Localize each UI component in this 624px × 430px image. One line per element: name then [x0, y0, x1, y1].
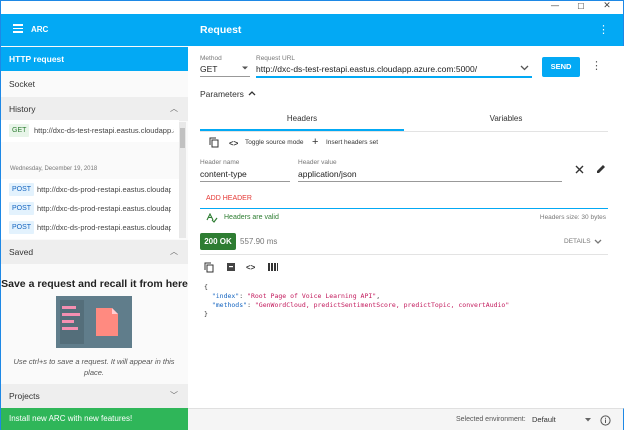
history-label: History — [9, 104, 36, 114]
json-line: } — [204, 310, 208, 318]
parameters-label: Parameters — [200, 89, 244, 99]
close-button[interactable]: ✕ — [596, 0, 618, 14]
copy-icon[interactable] — [209, 137, 219, 148]
delete-header-icon[interactable] — [575, 165, 584, 174]
response-body: { "index": "Root Page of Voice Learning … — [204, 283, 510, 318]
chevron-up-icon[interactable]: ︿ — [170, 97, 178, 121]
header-value-label: Header value — [298, 159, 337, 166]
info-icon[interactable] — [600, 415, 611, 426]
header-name-input[interactable]: content-type — [200, 169, 247, 179]
table-view-icon[interactable] — [268, 263, 278, 271]
header-name-underline — [200, 181, 290, 182]
method-select[interactable]: GET — [200, 64, 217, 74]
edit-header-icon[interactable] — [596, 164, 606, 174]
environment-dropdown-icon[interactable] — [584, 417, 592, 423]
environment-select[interactable]: Default — [532, 415, 592, 424]
archive-icon[interactable] — [226, 262, 236, 272]
add-icon[interactable]: + — [312, 136, 318, 148]
saved-illustration — [56, 296, 132, 348]
app-brand: ARC — [31, 25, 49, 34]
copy-response-icon[interactable] — [204, 262, 214, 273]
history-date-group: Wednesday, December 19, 2018 — [10, 166, 98, 172]
method-badge-post: POST — [9, 202, 35, 215]
request-tabs: Headers Variables — [200, 109, 608, 131]
saved-hint-text: Use ctrl+s to save a request. It will ap… — [13, 357, 175, 377]
status-badge: 200 OK — [200, 233, 236, 250]
response-divider — [200, 254, 608, 255]
header-name-label: Header name — [200, 159, 240, 166]
header-value-input[interactable]: application/json — [298, 169, 357, 179]
header-value-underline — [298, 181, 562, 182]
history-item-url: http://dxc-ds-test-restapi.eastus.clouda… — [34, 126, 174, 135]
sidebar-header: ARC — [1, 14, 188, 46]
request-more-icon[interactable]: ⋮ — [591, 59, 602, 72]
saved-label: Saved — [9, 247, 34, 257]
projects-label: Projects — [9, 391, 40, 401]
method-dropdown-icon[interactable] — [241, 64, 249, 72]
more-vert-icon[interactable]: ⋮ — [598, 23, 609, 36]
tab-headers[interactable]: Headers — [200, 109, 404, 131]
headers-divider — [200, 208, 608, 209]
minimize-button[interactable]: — — [544, 0, 566, 14]
sidebar-item-http-request[interactable]: HTTP request — [1, 47, 188, 71]
window-titlebar — [0, 0, 624, 14]
chevron-up-icon[interactable] — [248, 90, 256, 97]
history-item[interactable]: GET http://dxc-ds-test-restapi.eastus.cl… — [1, 120, 179, 142]
method-label: Method — [200, 55, 222, 62]
code-icon[interactable]: <> — [229, 139, 238, 148]
history-scroll-thumb[interactable] — [180, 128, 185, 148]
sidebar-item-projects[interactable]: Projects ﹀ — [1, 384, 188, 408]
url-input[interactable]: http://dxc-ds-test-restapi.eastus.clouda… — [256, 64, 477, 74]
sidebar-item-saved[interactable]: Saved ︿ — [1, 240, 188, 264]
chevron-down-icon[interactable]: ﹀ — [170, 384, 178, 408]
url-dropdown-chevron-icon[interactable] — [520, 64, 529, 72]
chevron-down-icon[interactable] — [594, 238, 602, 245]
history-item-url: http://dxc-ds-prod-restapi.eastus.clouda… — [37, 185, 171, 194]
json-key-index: "index" — [211, 292, 240, 300]
method-badge-post: POST — [9, 221, 35, 234]
url-underline — [256, 76, 532, 78]
saved-empty-title: Save a request and recall it from here — [1, 278, 188, 290]
json-key-methods: "methods" — [211, 301, 248, 309]
insert-headers-button[interactable]: Insert headers set — [326, 139, 378, 146]
sidebar-item-socket[interactable]: Socket — [1, 72, 188, 96]
install-new-arc-banner[interactable]: Install new ARC with new features! — [1, 408, 188, 430]
method-underline — [200, 76, 250, 77]
maximize-button[interactable]: ☐ — [570, 0, 592, 14]
json-value-methods: "GenWordCloud, predictSentimentScore, pr… — [254, 301, 510, 309]
sidebar-item-history[interactable]: History ︿ — [1, 97, 188, 121]
json-line: { — [204, 283, 208, 291]
page-title: Request — [200, 24, 242, 36]
environment-bar: Selected environment: Default — [188, 408, 624, 430]
code-view-icon[interactable]: <> — [246, 263, 255, 272]
environment-label: Selected environment: — [456, 416, 526, 423]
tab-variables[interactable]: Variables — [404, 109, 608, 131]
response-time: 557.90 ms — [240, 237, 278, 246]
main-header: Request ⋮ — [188, 14, 624, 46]
json-value-index: "Root Page of Voice Learning API" — [247, 292, 377, 300]
history-item[interactable]: POST http://dxc-ds-prod-restapi.eastus.c… — [1, 217, 179, 239]
spellcheck-icon — [206, 213, 218, 223]
parameters-toggle[interactable]: Parameters — [200, 89, 244, 99]
details-button[interactable]: DETAILS — [564, 238, 591, 245]
chevron-up-icon[interactable]: ︿ — [170, 240, 178, 264]
headers-valid-text: Headers are valid — [224, 214, 279, 221]
method-badge-get: GET — [9, 124, 30, 137]
add-header-button[interactable]: ADD HEADER — [206, 195, 252, 202]
send-button[interactable]: SEND — [542, 57, 580, 77]
history-item-url: http://dxc-ds-prod-restapi.eastus.clouda… — [37, 223, 171, 232]
tabs-divider — [200, 131, 608, 132]
toggle-source-button[interactable]: Toggle source mode — [245, 139, 304, 146]
history-item-url: http://dxc-ds-prod-restapi.eastus.clouda… — [37, 204, 171, 213]
document-illustration-icon — [56, 296, 132, 348]
hamburger-menu-icon[interactable] — [13, 24, 23, 33]
headers-size-text: Headers size: 30 bytes — [539, 214, 606, 221]
method-badge-post: POST — [9, 183, 35, 196]
url-label: Request URL — [256, 55, 296, 62]
